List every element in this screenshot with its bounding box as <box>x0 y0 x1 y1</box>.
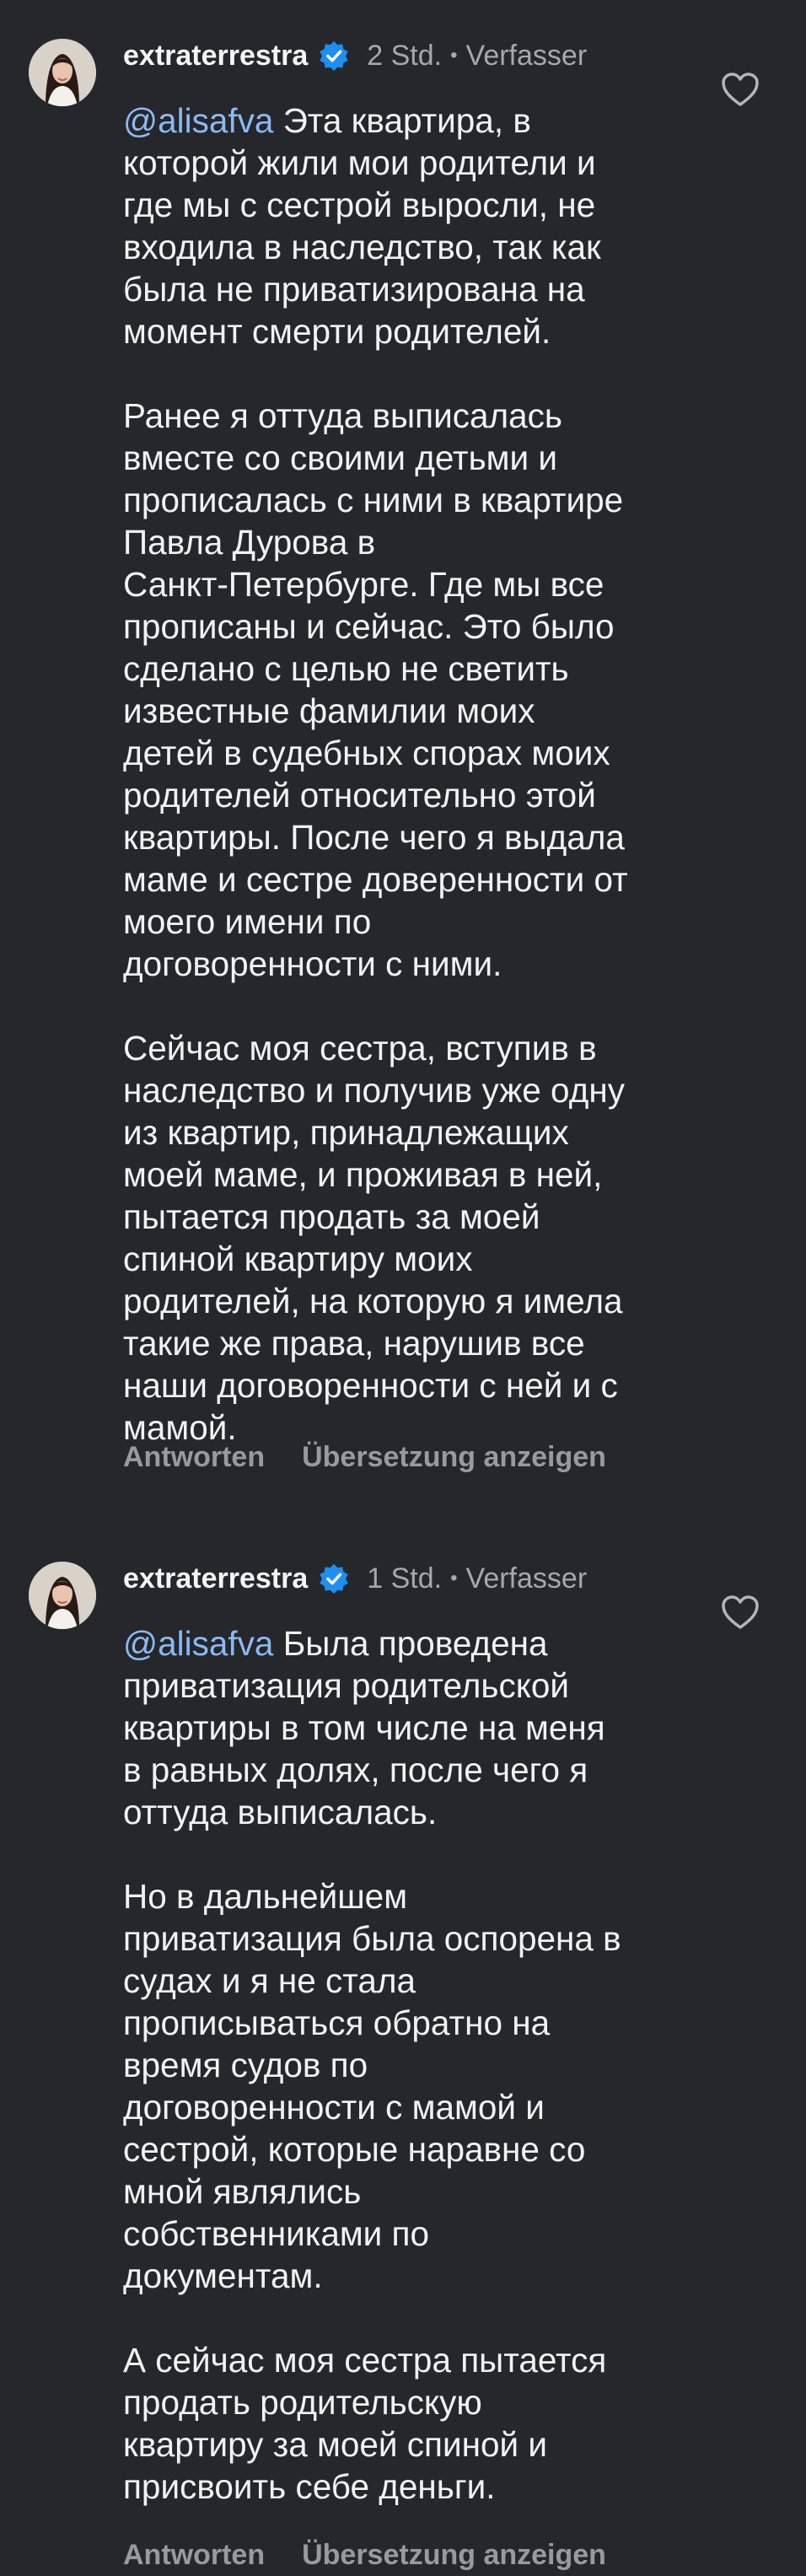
comment-paragraph: Ранее я оттуда выписалась вместе со своим… <box>123 395 688 985</box>
avatar-image <box>29 39 96 106</box>
text-line: Была проведена <box>273 1624 548 1663</box>
text-line: из квартир, принадлежащих <box>123 1113 569 1152</box>
text-line: наследство и получив уже одну <box>123 1071 625 1110</box>
text-line: Сейчас моя сестра, вступив в <box>123 1029 597 1068</box>
text-line: Но в дальнейшем <box>123 1877 408 1916</box>
text-line: А сейчас моя сестра пытается <box>123 2341 607 2380</box>
author-label: Verfasser <box>465 39 588 72</box>
text-line: собственниками по <box>123 2214 430 2253</box>
mention-link[interactable]: @alisafva <box>123 1624 273 1663</box>
text-line: квартиры в том числе на меня <box>123 1708 605 1747</box>
username[interactable]: extraterrestra <box>123 1562 308 1595</box>
reply-button[interactable]: Antworten <box>123 1441 265 1474</box>
text-line: которой жили мои родители и <box>123 143 596 182</box>
text-line: такие же права, нарушив все <box>123 1324 585 1363</box>
author-label: Verfasser <box>465 1562 588 1595</box>
text-line: мной являлись <box>123 2172 362 2211</box>
text-line: квартиру за моей спиной и <box>123 2425 547 2464</box>
text-line: договоренности с мамой и <box>123 2088 545 2127</box>
text-line: моего имени по <box>123 902 372 941</box>
avatar-image <box>29 1562 96 1629</box>
text-line: договоренности с ними. <box>123 944 502 983</box>
comment-paragraph: А сейчас моя сестра пытается продать роди… <box>123 2339 688 2508</box>
comment-time: 1 Std. <box>367 1562 443 1595</box>
separator-dot: • <box>450 44 458 67</box>
text-line: детей в судебных спорах моих <box>123 734 610 772</box>
text-line: прописываться обратно на <box>123 2003 551 2042</box>
username[interactable]: extraterrestra <box>123 40 308 73</box>
text-line: родителей относительно этой <box>123 776 596 815</box>
text-line: Санкт-Петербурге. Где мы все <box>123 565 604 604</box>
comment-paragraph: Сейчас моя сестра, вступив в наследство и… <box>123 1027 688 1449</box>
text-line: сестрой, которые наравне со <box>123 2130 586 2169</box>
text-line: квартиры. После чего я выдала <box>123 818 625 857</box>
text-line: пытается продать за моей <box>123 1197 540 1236</box>
text-line: прописалась с ними в квартире <box>123 481 624 519</box>
like-heart-icon[interactable] <box>720 1594 760 1631</box>
verified-badge-icon <box>318 40 350 72</box>
text-line: документам. <box>123 2256 323 2295</box>
text-line: маме и сестре доверенности от <box>123 860 628 899</box>
comment-text: @alisafva Эта квартира, в которой жили мо… <box>123 99 688 1449</box>
text-line: Ранее я оттуда выписалась <box>123 396 563 435</box>
comment-time: 2 Std. <box>367 39 443 72</box>
comment-paragraph: @alisafva Эта квартира, в которой жили мо… <box>123 99 688 352</box>
text-line: где мы с сестрой выросли, не <box>123 186 596 224</box>
comment-paragraph: @alisafva Была проведена приватизация род… <box>123 1622 688 1833</box>
text-line: в равных долях, после чего я <box>123 1750 588 1789</box>
text-line: судах и я не стала <box>123 1961 416 2000</box>
separator-dot: • <box>450 1567 458 1589</box>
text-line: известные фамилии моих <box>123 691 535 730</box>
text-line: присвоить себе деньги. <box>123 2467 496 2506</box>
comment-header: extraterrestra 1 Std. • Verfasser <box>123 1562 587 1595</box>
text-line: Павла Дурова в <box>123 523 376 562</box>
text-line: приватизация родительской <box>123 1666 570 1705</box>
text-line: наши договоренности с ней и с <box>123 1366 618 1405</box>
text-line: спиной квартиру моих <box>123 1240 473 1278</box>
avatar[interactable] <box>29 39 96 106</box>
reply-button[interactable]: Antworten <box>123 2539 265 2572</box>
text-line: Эта квартира, в <box>273 101 531 140</box>
comment-actions: Antworten Übersetzung anzeigen <box>123 1439 606 1476</box>
comment-header: extraterrestra 2 Std. • Verfasser <box>123 39 587 73</box>
show-translation-button[interactable]: Übersetzung anzeigen <box>302 2539 606 2572</box>
text-line: приватизация была оспорена в <box>123 1919 621 1958</box>
text-line: вместе со своими детьми и <box>123 438 558 477</box>
verified-badge-icon <box>318 1562 350 1595</box>
like-heart-icon[interactable] <box>720 71 760 108</box>
text-line: входила в наследство, так как <box>123 228 601 266</box>
mention-link[interactable]: @alisafva <box>123 101 273 140</box>
text-line: прописаны и сейчас. Это было <box>123 607 615 646</box>
text-line: момент смерти родителей. <box>123 312 551 351</box>
text-line: моей маме, и проживая в ней, <box>123 1155 603 1194</box>
comment-actions: Antworten Übersetzung anzeigen <box>123 2536 606 2573</box>
show-translation-button[interactable]: Übersetzung anzeigen <box>302 1441 606 1474</box>
comment-text: @alisafva Была проведена приватизация род… <box>123 1622 688 2508</box>
avatar[interactable] <box>29 1562 96 1629</box>
text-line: оттуда выписалась. <box>123 1793 438 1831</box>
text-line: продать родительскую <box>123 2383 482 2422</box>
comment-paragraph: Но в дальнейшем приватизация была оспорен… <box>123 1875 688 2297</box>
text-line: родителей, на которую я имела <box>123 1282 623 1320</box>
text-line: время судов по <box>123 2046 368 2084</box>
text-line: была не приватизирована на <box>123 270 585 309</box>
text-line: сделано с целью не светить <box>123 649 569 688</box>
